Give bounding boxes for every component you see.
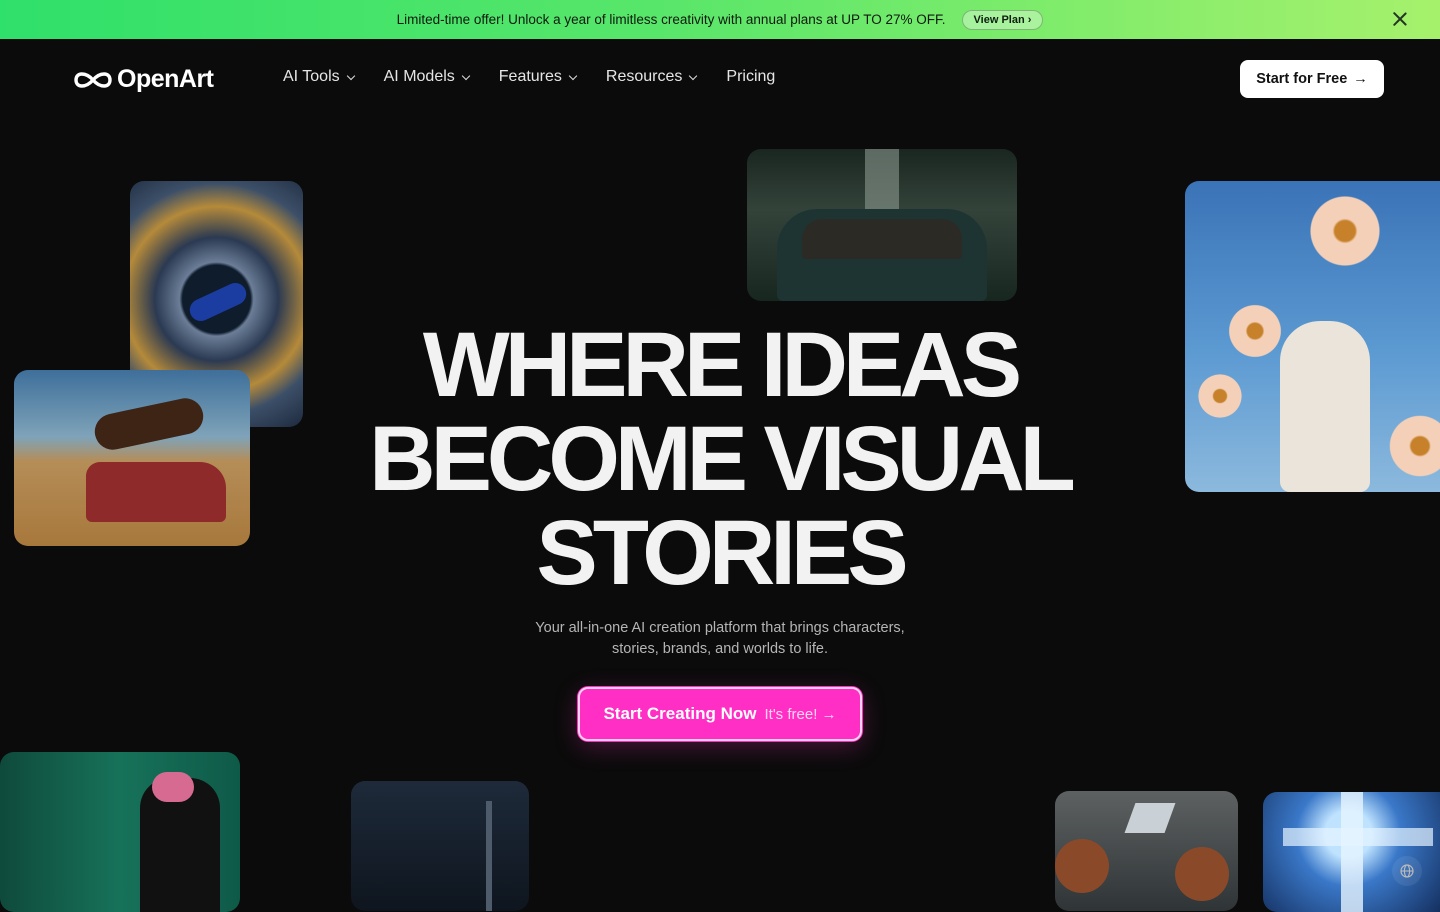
top-nav: OpenArt AI Tools AI Models Features Reso…: [0, 39, 1440, 119]
road: [865, 149, 899, 209]
view-plan-button[interactable]: View Plan ›: [961, 9, 1044, 30]
start-for-free-button[interactable]: Start for Free →: [1240, 60, 1384, 98]
horse-figure: [91, 394, 207, 454]
arrow-right-icon: →: [1353, 71, 1368, 87]
globe-icon: [1400, 864, 1414, 878]
light-beam-horizontal: [1283, 828, 1433, 846]
hero-subtitle-line-1: Your all-in-one AI creation platform tha…: [535, 620, 905, 636]
nav-item-ai-tools[interactable]: AI Tools: [283, 68, 355, 86]
flower: [1225, 301, 1285, 361]
chevron-down-icon: [461, 71, 471, 80]
hero-title-line-2: BECOME VISUAL: [369, 408, 1076, 510]
its-free-label: It's free! →: [764, 705, 837, 723]
promo-text: Limited-time offer! Unlock a year of lim…: [396, 12, 946, 27]
nav-item-label: Pricing: [726, 68, 776, 85]
basketball: [1055, 839, 1109, 893]
flower: [1385, 411, 1440, 481]
language-button[interactable]: [1392, 856, 1422, 886]
start-creating-now-button[interactable]: Start Creating Now It's free! →: [578, 687, 862, 741]
car-windshield: [802, 219, 962, 259]
start-for-free-label: Start for Free: [1256, 71, 1348, 87]
promo-banner: Limited-time offer! Unlock a year of lim…: [0, 0, 1440, 39]
light-beam-vertical: [1341, 792, 1363, 912]
hero-title-line-3: STORIES: [536, 502, 908, 604]
red-car: [86, 462, 226, 522]
gallery-image-horse-jump[interactable]: [14, 370, 250, 546]
chevron-down-icon: [346, 71, 355, 80]
logo[interactable]: OpenArt: [72, 65, 214, 94]
pink-hair: [152, 772, 194, 802]
hero-subtitle-line-2: stories, brands, and worlds to life.: [612, 641, 828, 657]
nav-item-label: Resources: [605, 68, 683, 85]
infinity-logo-icon: [74, 71, 112, 88]
nav-item-ai-models[interactable]: AI Models: [383, 68, 471, 86]
nav-menu: AI Tools AI Models Features Resources Pr…: [283, 68, 775, 86]
nav-item-label: Features: [498, 68, 562, 85]
ceiling-light: [1124, 803, 1176, 833]
chevron-down-icon: [568, 71, 578, 80]
dress-figure: [1280, 321, 1370, 492]
chevron-down-icon: [689, 71, 698, 80]
flower: [1195, 371, 1245, 421]
gallery-image-light-cross[interactable]: [1263, 792, 1440, 912]
street-pole: [486, 801, 492, 911]
gallery-image-vintage-car[interactable]: [747, 149, 1017, 301]
hero-subtitle: Your all-in-one AI creation platform tha…: [500, 618, 940, 660]
gallery-image-locker-room[interactable]: [0, 752, 240, 912]
flower: [1305, 191, 1385, 271]
gallery-image-flowers[interactable]: [1185, 181, 1440, 492]
gallery-image-basketball[interactable]: [1055, 791, 1238, 911]
brand-name: OpenArt: [117, 65, 214, 93]
basketball: [1175, 847, 1229, 901]
hero-title: WHERE IDEAS BECOME VISUAL STORIES: [300, 318, 1140, 600]
nav-item-features[interactable]: Features: [498, 68, 578, 86]
close-icon[interactable]: [1390, 9, 1410, 29]
gallery-image-rainy-night[interactable]: [351, 781, 529, 911]
astronaut-figure: [186, 279, 250, 325]
nav-item-label: AI Models: [383, 68, 455, 85]
nav-item-label: AI Tools: [283, 68, 340, 85]
nav-item-pricing[interactable]: Pricing: [726, 68, 775, 86]
hero-title-line-1: WHERE IDEAS: [422, 314, 1022, 416]
nav-item-resources[interactable]: Resources: [605, 68, 698, 86]
start-creating-label: Start Creating Now: [603, 704, 757, 723]
